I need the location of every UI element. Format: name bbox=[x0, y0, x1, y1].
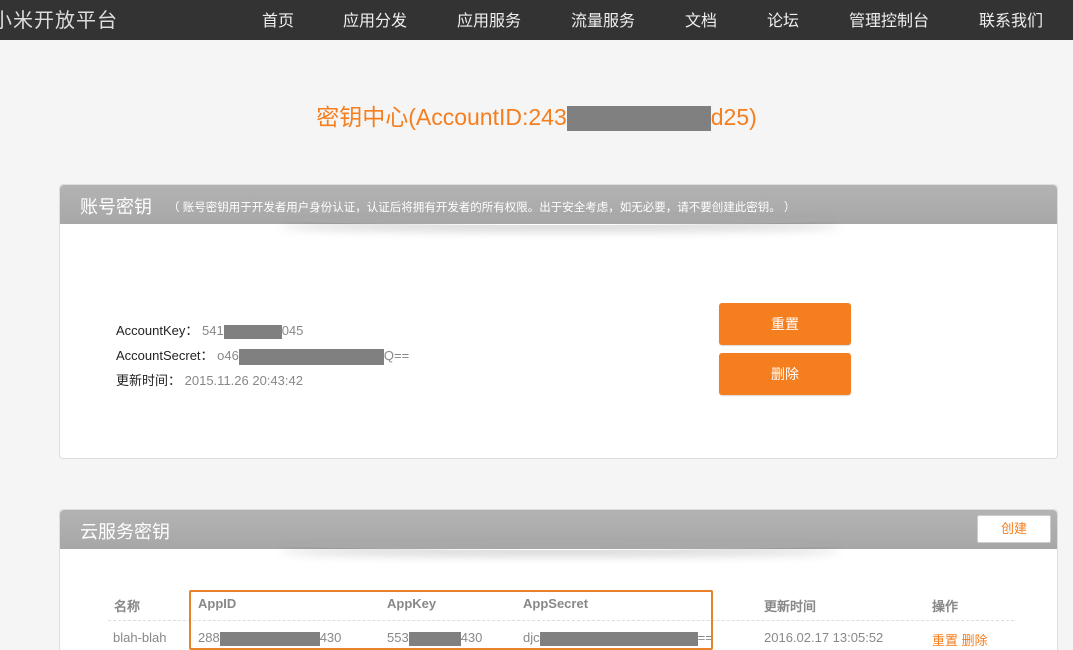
delete-button[interactable]: 删除 bbox=[719, 353, 851, 395]
account-key-panel: 账号密钥 （ 账号密钥用于开发者用户身份认证，认证后将拥有开发者的所有权限。出于… bbox=[59, 184, 1058, 459]
divider-shadow bbox=[280, 540, 840, 550]
account-key-label: AccountKey： bbox=[116, 323, 199, 338]
brand-logo[interactable]: 小米开放平台 bbox=[0, 4, 118, 33]
create-button[interactable]: 创建 bbox=[977, 515, 1051, 543]
nav-item-console[interactable]: 管理控制台 bbox=[849, 7, 929, 31]
redaction-mask bbox=[566, 106, 711, 132]
account-secret-value: o46 Q== bbox=[217, 348, 410, 365]
page-title-suffix: d25) bbox=[710, 104, 757, 130]
highlight-box bbox=[189, 590, 713, 650]
panel-title: 账号密钥 bbox=[80, 197, 152, 217]
nav-item-app-distribution[interactable]: 应用分发 bbox=[343, 7, 407, 31]
row-delete-link[interactable]: 删除 bbox=[962, 633, 988, 648]
panel-note: （ 账号密钥用于开发者用户身份认证，认证后将拥有开发者的所有权限。出于安全考虑，… bbox=[168, 202, 796, 214]
page-title-prefix: 密钥中心(AccountID:243 bbox=[316, 104, 567, 130]
cell-name: blah-blah bbox=[113, 630, 167, 645]
cell-updated: 2016.02.17 13:05:52 bbox=[764, 630, 884, 645]
update-time-row: 更新时间： 2015.11.26 20:43:42 bbox=[116, 370, 303, 389]
top-nav: 小米开放平台 首页 应用分发 应用服务 流量服务 文档 论坛 管理控制台 联系我… bbox=[0, 0, 1073, 40]
nav-item-app-services[interactable]: 应用服务 bbox=[457, 7, 521, 31]
col-header-name: 名称 bbox=[114, 599, 141, 614]
nav-item-forum[interactable]: 论坛 bbox=[767, 7, 799, 31]
col-header-updated: 更新时间 bbox=[764, 599, 817, 614]
nav-item-docs[interactable]: 文档 bbox=[685, 7, 717, 31]
nav-item-contact[interactable]: 联系我们 bbox=[979, 7, 1043, 31]
panel-title: 云服务密钥 bbox=[80, 522, 170, 542]
nav-item-home[interactable]: 首页 bbox=[262, 7, 294, 31]
page-title: 密钥中心(AccountID:243 d25) bbox=[0, 98, 1073, 132]
account-key-row: AccountKey： 541 045 bbox=[116, 320, 303, 339]
redaction-mask bbox=[223, 324, 282, 339]
col-header-actions: 操作 bbox=[932, 599, 959, 614]
reset-button[interactable]: 重置 bbox=[719, 303, 851, 345]
update-time-value: 2015.11.26 20:43:42 bbox=[184, 373, 303, 388]
cell-actions: 重置 删除 bbox=[932, 630, 988, 649]
account-key-value: 541 045 bbox=[202, 323, 304, 339]
nav-item-traffic-services[interactable]: 流量服务 bbox=[571, 7, 635, 31]
update-time-label: 更新时间： bbox=[116, 373, 182, 388]
account-secret-row: AccountSecret： o46 Q== bbox=[116, 345, 409, 365]
divider-shadow bbox=[280, 215, 840, 225]
redaction-mask bbox=[238, 348, 384, 365]
cloud-key-panel: 云服务密钥 创建 名称 AppID AppKey AppSecret 更新时间 … bbox=[59, 509, 1058, 650]
row-reset-link[interactable]: 重置 bbox=[932, 633, 958, 648]
account-secret-label: AccountSecret： bbox=[116, 348, 214, 363]
